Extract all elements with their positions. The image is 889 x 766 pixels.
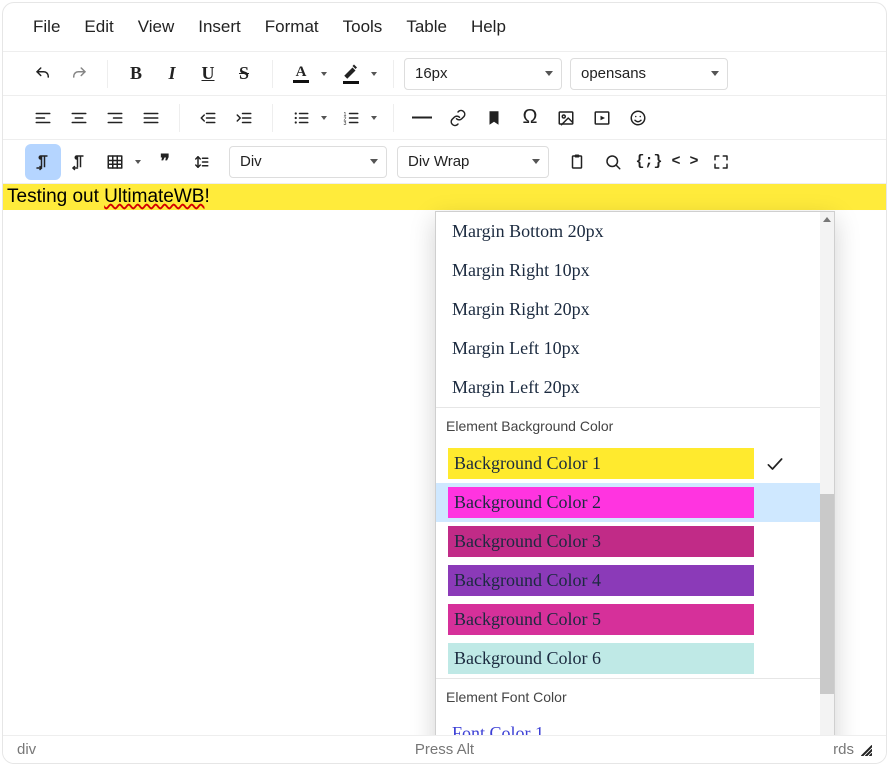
content-text: !	[204, 186, 209, 207]
unordered-list-button[interactable]	[283, 100, 319, 136]
scrollbar-thumb[interactable]	[820, 494, 834, 694]
underline-button[interactable]: U	[190, 56, 226, 92]
font-family-dropdown[interactable]: opensans	[570, 58, 728, 90]
swatch-bg-6: Background Color 6	[448, 643, 754, 674]
text-color-button[interactable]: A	[283, 56, 319, 92]
scrollbar-track[interactable]	[820, 212, 834, 764]
resize-handle-icon[interactable]	[860, 744, 872, 756]
text-color-chevron-icon[interactable]	[315, 56, 333, 92]
swatch-bg-1: Background Color 1	[448, 448, 754, 479]
menu-item-margin[interactable]: Margin Right 20px	[436, 290, 820, 329]
menu-scroll-area[interactable]: Margin Bottom 20px Margin Right 10px Mar…	[436, 212, 820, 764]
menu-item-margin[interactable]: Margin Bottom 20px	[436, 212, 820, 251]
font-size-dropdown[interactable]: 16px	[404, 58, 562, 90]
fullscreen-button[interactable]	[703, 144, 739, 180]
source-code-button[interactable]: < >	[667, 144, 703, 180]
menu-item-bg-4[interactable]: Background Color 4	[436, 561, 820, 600]
editor-window: File Edit View Insert Format Tools Table…	[2, 2, 887, 764]
swatch-bg-3: Background Color 3	[448, 526, 754, 557]
chevron-down-icon	[711, 71, 719, 76]
toolbar-row-2: 123 — Ω	[3, 95, 886, 139]
menu-bar: File Edit View Insert Format Tools Table…	[3, 3, 886, 51]
menu-edit[interactable]: Edit	[84, 17, 113, 37]
menu-tools[interactable]: Tools	[343, 17, 383, 37]
menu-file[interactable]: File	[33, 17, 60, 37]
italic-button[interactable]: I	[154, 56, 190, 92]
redo-button[interactable]	[61, 56, 97, 92]
align-right-button[interactable]	[97, 100, 133, 136]
spellcheck-word[interactable]: UltimateWB	[104, 186, 204, 207]
image-button[interactable]	[548, 100, 584, 136]
media-button[interactable]	[584, 100, 620, 136]
emoji-button[interactable]	[620, 100, 656, 136]
status-right-text: rds	[833, 741, 854, 758]
menu-item-margin[interactable]: Margin Left 10px	[436, 329, 820, 368]
ltr-button[interactable]	[25, 144, 61, 180]
toolbar-row-1: B I U S A 16px opensans	[3, 51, 886, 95]
block-format-dropdown[interactable]: Div	[229, 146, 387, 178]
line-height-button[interactable]	[183, 144, 219, 180]
div-wrap-menu: Margin Bottom 20px Margin Right 10px Mar…	[435, 211, 835, 764]
menu-format[interactable]: Format	[265, 17, 319, 37]
menu-item-bg-3[interactable]: Background Color 3	[436, 522, 820, 561]
status-bar: div Press Alt rds	[3, 735, 886, 763]
menu-item-bg-1[interactable]: Background Color 1	[436, 444, 820, 483]
menu-item-bg-5[interactable]: Background Color 5	[436, 600, 820, 639]
indent-button[interactable]	[226, 100, 262, 136]
check-icon	[764, 453, 786, 475]
table-chevron-icon[interactable]	[129, 144, 147, 180]
swatch-bg-5: Background Color 5	[448, 604, 754, 635]
swatch-bg-4: Background Color 4	[448, 565, 754, 596]
strike-button[interactable]: S	[226, 56, 262, 92]
menu-help[interactable]: Help	[471, 17, 506, 37]
undo-button[interactable]	[25, 56, 61, 92]
code-sample-button[interactable]: {;}	[631, 144, 667, 180]
blockquote-button[interactable]: ❞	[147, 144, 183, 180]
rtl-button[interactable]	[61, 144, 97, 180]
bookmark-button[interactable]	[476, 100, 512, 136]
font-size-value: 16px	[415, 65, 448, 82]
unordered-list-chevron-icon[interactable]	[315, 100, 333, 136]
chevron-down-icon	[370, 159, 378, 164]
menu-view[interactable]: View	[138, 17, 175, 37]
menu-insert[interactable]: Insert	[198, 17, 241, 37]
bold-button[interactable]: B	[118, 56, 154, 92]
search-button[interactable]	[595, 144, 631, 180]
div-wrap-value: Div Wrap	[408, 153, 469, 170]
hr-button[interactable]: —	[404, 100, 440, 136]
ordered-list-chevron-icon[interactable]	[365, 100, 383, 136]
chevron-down-icon	[545, 71, 553, 76]
scrollbar-up-button[interactable]	[820, 212, 834, 226]
font-family-value: opensans	[581, 65, 646, 82]
menu-section-font-label: Element Font Color	[436, 678, 820, 715]
paste-button[interactable]	[559, 144, 595, 180]
content-line[interactable]: Testing out UltimateWB!	[3, 184, 886, 210]
menu-item-margin[interactable]: Margin Right 10px	[436, 251, 820, 290]
ordered-list-button[interactable]: 123	[333, 100, 369, 136]
align-justify-button[interactable]	[133, 100, 169, 136]
block-format-value: Div	[240, 153, 262, 170]
menu-item-bg-2[interactable]: Background Color 2	[436, 483, 820, 522]
link-button[interactable]	[440, 100, 476, 136]
chevron-down-icon	[532, 159, 540, 164]
svg-text:3: 3	[344, 120, 347, 126]
content-text: Testing out	[7, 186, 104, 207]
status-path[interactable]: div	[17, 741, 36, 758]
menu-item-bg-6[interactable]: Background Color 6	[436, 639, 820, 678]
menu-item-margin[interactable]: Margin Left 20px	[436, 368, 820, 407]
toolbar-row-3: ❞ Div Div Wrap {;} < >	[3, 139, 886, 183]
highlight-color-chevron-icon[interactable]	[365, 56, 383, 92]
menu-section-bg-label: Element Background Color	[436, 407, 820, 444]
highlight-color-button[interactable]	[333, 56, 369, 92]
special-char-button[interactable]: Ω	[512, 100, 548, 136]
status-hint: Press Alt	[415, 741, 474, 758]
align-left-button[interactable]	[25, 100, 61, 136]
align-center-button[interactable]	[61, 100, 97, 136]
outdent-button[interactable]	[190, 100, 226, 136]
table-button[interactable]	[97, 144, 133, 180]
swatch-bg-2: Background Color 2	[448, 487, 754, 518]
div-wrap-dropdown[interactable]: Div Wrap	[397, 146, 549, 178]
menu-table[interactable]: Table	[406, 17, 447, 37]
